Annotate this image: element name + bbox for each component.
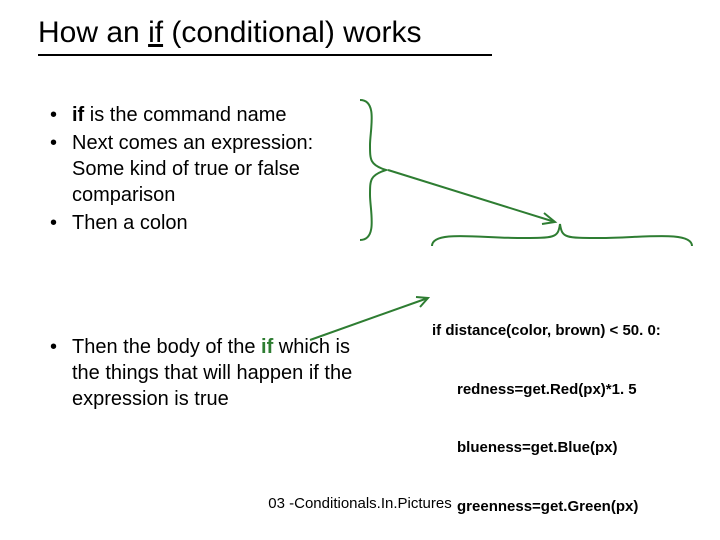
keyword-if: if bbox=[261, 336, 273, 358]
list-item: Then a colon bbox=[50, 210, 370, 236]
bullet-text: Next comes an expression: Some kind of t… bbox=[72, 132, 313, 206]
list-item: if is the command name bbox=[50, 102, 370, 128]
title-if: if bbox=[148, 16, 163, 49]
title-pre: How an bbox=[38, 16, 148, 49]
bullets-top: if is the command name Next comes an exp… bbox=[50, 102, 370, 238]
keyword-if: if bbox=[72, 104, 84, 126]
slide-title: How an if (conditional) works bbox=[38, 16, 492, 56]
brace-icon bbox=[432, 224, 692, 246]
bullet-text: is the command name bbox=[84, 104, 286, 126]
bullet-text: Then the body of the bbox=[72, 336, 261, 358]
arrow-icon bbox=[388, 170, 555, 224]
code-line: if distance(color, brown) < 50. 0: bbox=[432, 321, 661, 341]
bullet-text: Then a colon bbox=[72, 212, 188, 234]
list-item: Then the body of the if which is the thi… bbox=[50, 334, 370, 412]
title-post: (conditional) works bbox=[163, 16, 421, 49]
code-line: redness=get.Red(px)*1. 5 bbox=[432, 380, 661, 400]
bullets-bottom: Then the body of the if which is the thi… bbox=[50, 334, 370, 414]
slide: How an if (conditional) works if is the … bbox=[0, 0, 720, 540]
code-line: blueness=get.Blue(px) bbox=[432, 438, 661, 458]
list-item: Next comes an expression: Some kind of t… bbox=[50, 130, 370, 208]
footer-text: 03 -Conditionals.In.Pictures bbox=[0, 495, 720, 512]
